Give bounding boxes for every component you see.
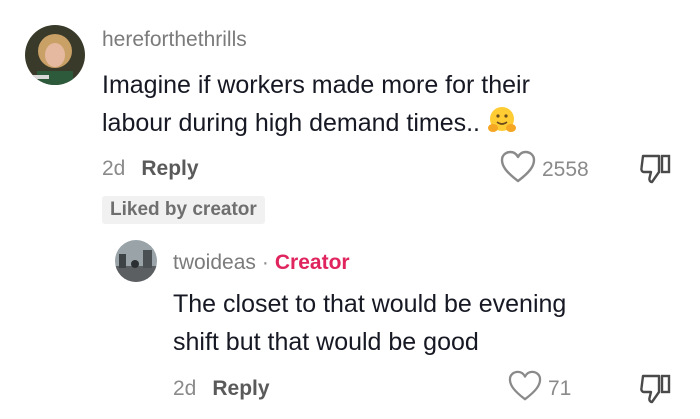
like-button[interactable]: 2558 [500, 150, 589, 190]
reply-dislike-button[interactable] [638, 370, 674, 411]
reply-like-count: 71 [548, 377, 572, 400]
hugging-face-emoji-icon [487, 105, 517, 146]
comment-text: Imagine if workers made more for their l… [102, 66, 530, 146]
reply-like-button[interactable]: 71 [508, 370, 571, 408]
reply-text: The closet to that would be evening shif… [173, 285, 566, 361]
comment-text-line-1: Imagine if workers made more for their [102, 71, 530, 99]
commenter-username[interactable]: hereforthethrills [102, 28, 247, 52]
dislike-button[interactable] [638, 150, 674, 191]
creator-avatar[interactable] [115, 240, 157, 282]
reply-to-reply-button[interactable]: Reply [212, 377, 269, 400]
creator-tag: Creator [274, 251, 350, 274]
comment-text-line-2: labour during high demand times.. [102, 104, 530, 146]
creator-username[interactable]: twoideas [173, 251, 256, 274]
heart-icon [500, 150, 536, 190]
reply-text-line-2: shift but that would be good [173, 328, 479, 356]
liked-by-creator-badge: Liked by creator [102, 196, 265, 224]
thumbs-down-icon [640, 154, 671, 184]
like-count: 2558 [542, 158, 589, 181]
creator-header: twoideas · Creator [173, 251, 350, 275]
thumbs-down-icon [640, 374, 671, 404]
reply-button[interactable]: Reply [141, 157, 198, 180]
comment-time: 2d [102, 157, 126, 180]
reply-meta: 2d Reply [173, 377, 270, 401]
commenter-avatar[interactable] [25, 25, 85, 85]
comment-meta: 2d Reply [102, 157, 199, 181]
reply-text-line-1: The closet to that would be evening [173, 290, 567, 318]
separator-dot: · [261, 251, 269, 274]
comment-thread: hereforthethrills Imagine if workers mad… [0, 0, 700, 419]
heart-icon [508, 370, 542, 408]
reply-time: 2d [173, 377, 197, 400]
